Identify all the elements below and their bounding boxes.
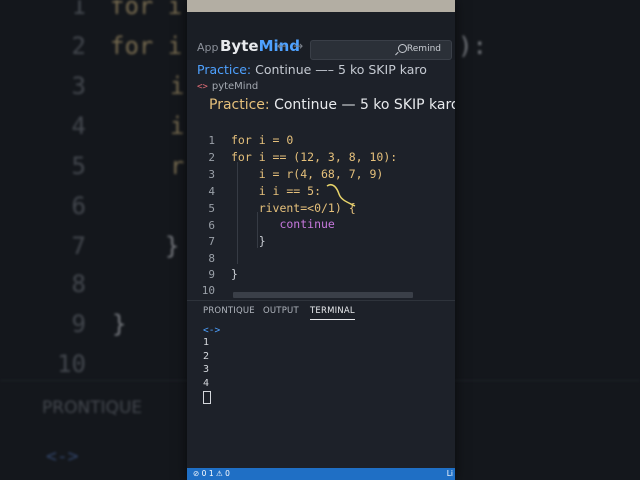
background-code-line: for i bbox=[110, 32, 183, 60]
code-line[interactable]: } bbox=[231, 267, 238, 281]
nav-arrows: ←→ bbox=[277, 39, 309, 53]
page-title-prefix: Practice: bbox=[209, 97, 270, 113]
code-file-icon: <> bbox=[197, 82, 208, 92]
code-line[interactable]: continue bbox=[231, 217, 334, 231]
panel-divider bbox=[187, 300, 455, 301]
tab-title-text: Continue —– 5 ko SKIP karo bbox=[255, 62, 427, 77]
background-line-number: 5 bbox=[71, 152, 86, 180]
background-line-number: 7 bbox=[71, 232, 86, 260]
background-line-number: 8 bbox=[71, 270, 86, 298]
background-panel-label: PRONTIQUE bbox=[42, 398, 143, 418]
background-line-number: 4 bbox=[71, 112, 86, 140]
tab-title-prefix: Practice: bbox=[197, 62, 252, 77]
problems-indicator[interactable]: ⊘ 0 1 ⚠ 0 bbox=[193, 469, 230, 478]
background-line-number: 6 bbox=[71, 192, 86, 220]
brand-main: Byte bbox=[220, 37, 259, 55]
background-line-number: 1 bbox=[71, 0, 86, 20]
line-number: 8 bbox=[208, 252, 215, 265]
tab-prontique[interactable]: PRONTIQUE bbox=[203, 306, 255, 316]
line-number: 9 bbox=[208, 268, 215, 281]
background-line-number: 3 bbox=[71, 72, 86, 100]
code-line[interactable]: i i == 5: bbox=[231, 184, 321, 198]
terminal-line: 3 bbox=[203, 364, 210, 376]
background-prompt: <-> bbox=[46, 446, 79, 467]
app-label[interactable]: App bbox=[197, 41, 219, 54]
background-code-line: } bbox=[165, 232, 180, 260]
code-line[interactable]: i = r(4, 68, 7, 9) bbox=[231, 167, 384, 181]
search-icon bbox=[398, 44, 407, 53]
top-strip bbox=[187, 0, 455, 12]
panel-tabs: PRONTIQUE OUTPUT TERMINAL bbox=[187, 306, 455, 324]
line-number: 10 bbox=[201, 284, 215, 297]
background-code-line: i bbox=[170, 72, 185, 100]
tab-title[interactable]: Practice: Continue —– 5 ko SKIP karo bbox=[197, 62, 427, 77]
status-right[interactable]: Li bbox=[447, 469, 453, 478]
back-arrow-icon[interactable]: ← bbox=[277, 39, 293, 53]
forward-arrow-icon[interactable]: → bbox=[293, 39, 309, 53]
tab-terminal[interactable]: TERMINAL bbox=[310, 306, 355, 320]
file-name: pyteMind bbox=[211, 81, 259, 92]
breadcrumb[interactable]: <> pyteMind bbox=[197, 81, 258, 92]
background-code-line: i bbox=[170, 112, 185, 140]
editor-window: App ByteMind ←→ Remind Practice: Continu… bbox=[187, 0, 455, 480]
line-number: 2 bbox=[208, 151, 215, 164]
code-line[interactable]: } bbox=[231, 234, 266, 248]
terminal-line: 4 bbox=[203, 377, 210, 389]
tab-output[interactable]: OUTPUT bbox=[263, 306, 299, 316]
line-number: 6 bbox=[208, 219, 215, 232]
terminal-line: 2 bbox=[203, 350, 210, 362]
cursor-squiggle-icon bbox=[326, 183, 356, 207]
title-bar: App ByteMind ←→ Remind bbox=[187, 12, 455, 60]
line-number: 7 bbox=[208, 235, 215, 248]
code-editor[interactable]: 1 2 3 4 5 6 7 8 9 10 for i = 0 for i == … bbox=[187, 128, 455, 298]
line-number: 4 bbox=[208, 185, 215, 198]
background-line-number: 9 bbox=[71, 310, 86, 338]
terminal-cursor bbox=[203, 391, 211, 405]
background-code-line: for i bbox=[110, 0, 183, 20]
page-title-text: Continue — 5 ko SKIP karo bbox=[274, 97, 455, 113]
page-title: Practice: Continue — 5 ko SKIP karo bbox=[209, 97, 455, 113]
status-bar: ⊘ 0 1 ⚠ 0 Li bbox=[187, 468, 455, 480]
search-label: Remind bbox=[406, 44, 441, 54]
background-line-number: 10 bbox=[57, 350, 86, 378]
search-box[interactable]: Remind bbox=[310, 40, 452, 60]
background-code-line: } bbox=[112, 310, 127, 338]
line-number: 3 bbox=[208, 168, 215, 181]
terminal-output[interactable]: <-> 1 2 3 4 bbox=[203, 325, 221, 405]
background-code-line: r bbox=[170, 152, 185, 180]
horizontal-scrollbar[interactable] bbox=[233, 292, 413, 298]
terminal-prompt: <-> bbox=[203, 325, 221, 336]
background-line-number: 2 bbox=[71, 32, 86, 60]
line-number: 5 bbox=[208, 202, 215, 215]
code-line[interactable]: for i = 0 bbox=[231, 133, 293, 147]
line-number: 1 bbox=[208, 134, 215, 147]
code-line[interactable]: for i == (12, 3, 8, 10): bbox=[231, 150, 397, 164]
terminal-line: 1 bbox=[203, 337, 210, 348]
background-code-line: ): bbox=[458, 32, 487, 60]
